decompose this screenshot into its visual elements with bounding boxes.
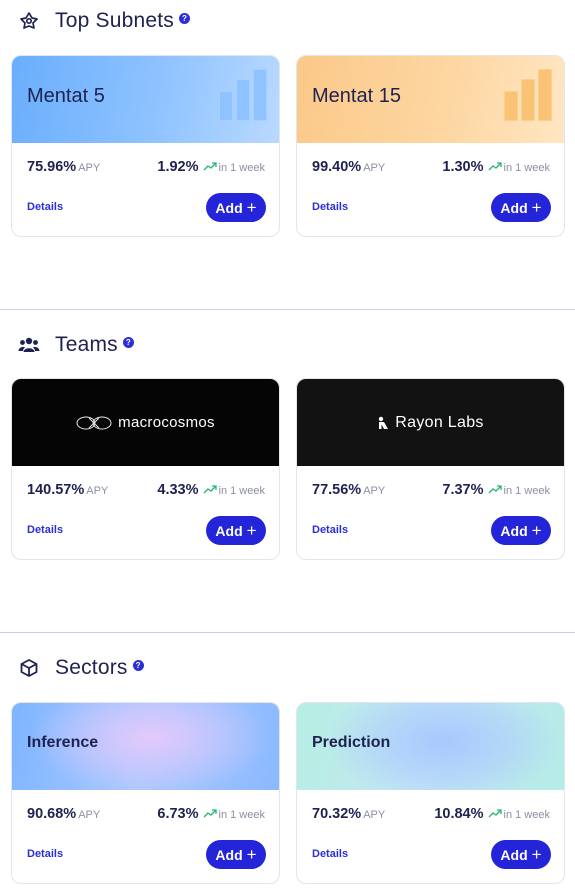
change-label: in 1 week (503, 162, 550, 174)
add-button[interactable]: Add + (491, 516, 551, 545)
help-icon[interactable]: ? (122, 336, 134, 348)
details-link[interactable]: Details (27, 201, 63, 213)
plus-icon: + (246, 521, 257, 540)
trend-up-icon (203, 809, 217, 818)
apy-value: 75.96% (27, 159, 77, 175)
card-banner: macrocosmos (12, 379, 279, 466)
subnet-card[interactable]: Mentat 15 99.40% APY 1.30% in 1 week Detai… (296, 55, 565, 237)
section-header: Top Subnets ? (18, 8, 190, 34)
apy-label: APY (86, 485, 109, 497)
logo-text: macrocosmos (118, 414, 215, 431)
apy-value: 140.57% (27, 482, 85, 498)
card-banner: Inference (12, 703, 279, 790)
add-button[interactable]: Add + (206, 840, 266, 869)
logo-text: Rayon Labs (395, 413, 484, 431)
sector-card[interactable]: Prediction 70.32% APY 10.84% in 1 week Det… (296, 702, 565, 884)
trend-up-icon (203, 162, 217, 171)
rayon-labs-logo: Rayon Labs (297, 379, 564, 466)
cube-icon (18, 657, 40, 679)
details-link[interactable]: Details (27, 848, 63, 860)
change-label: in 1 week (503, 485, 550, 497)
add-label: Add (500, 522, 528, 539)
change-label: in 1 week (218, 485, 265, 497)
plus-icon: + (246, 198, 257, 217)
apy-value: 99.40% (312, 159, 362, 175)
card-stats: 99.40% APY 1.30% in 1 week (312, 158, 550, 176)
add-button[interactable]: Add + (206, 516, 266, 545)
section-title: Teams (55, 333, 118, 356)
add-label: Add (215, 199, 243, 216)
add-label: Add (500, 199, 528, 216)
change-value: 1.92% (157, 159, 199, 175)
add-button[interactable]: Add + (206, 193, 266, 222)
card-banner: Mentat 5 (12, 56, 279, 143)
card-stats: 70.32% APY 10.84% in 1 week (312, 805, 550, 823)
card-banner: Rayon Labs (297, 379, 564, 466)
apy-label: APY (363, 485, 386, 497)
macrocosmos-logo: macrocosmos (12, 379, 279, 466)
network-icon (18, 10, 40, 32)
card-title: Mentat 5 (27, 85, 105, 107)
section-header: Sectors ? (18, 655, 144, 681)
card-title: Mentat 15 (312, 85, 401, 107)
section-divider (0, 632, 575, 633)
change-value: 1.30% (442, 159, 484, 175)
change-label: in 1 week (218, 809, 265, 821)
plus-icon: + (531, 521, 542, 540)
details-link[interactable]: Details (27, 524, 63, 536)
add-button[interactable]: Add + (491, 193, 551, 222)
plus-icon: + (246, 845, 257, 864)
apy-label: APY (363, 809, 386, 821)
sector-card[interactable]: Inference 90.68% APY 6.73% in 1 week Detai… (11, 702, 280, 884)
change-value: 4.33% (157, 482, 199, 498)
apy-label: APY (363, 162, 386, 174)
card-banner: Prediction (297, 703, 564, 790)
change-value: 6.73% (157, 806, 199, 822)
help-icon[interactable]: ? (178, 12, 190, 24)
apy-value: 70.32% (312, 806, 362, 822)
card-title: Prediction (312, 734, 391, 751)
bar-chart-icon (504, 69, 552, 121)
add-label: Add (215, 846, 243, 863)
card-title: Inference (27, 734, 99, 751)
apy-label: APY (78, 162, 101, 174)
section-divider (0, 309, 575, 310)
subnet-card[interactable]: Mentat 5 75.96% APY 1.92% in 1 week Detail… (11, 55, 280, 237)
card-stats: 140.57% APY 4.33% in 1 week (27, 481, 265, 499)
card-stats: 90.68% APY 6.73% in 1 week (27, 805, 265, 823)
section-title: Top Subnets (55, 9, 174, 32)
trend-up-icon (488, 162, 502, 171)
details-link[interactable]: Details (312, 524, 348, 536)
change-value: 7.37% (442, 482, 484, 498)
change-label: in 1 week (218, 162, 265, 174)
team-card[interactable]: macrocosmos 140.57% APY 4.33% in 1 week De… (11, 378, 280, 560)
change-value: 10.84% (434, 806, 484, 822)
add-button[interactable]: Add + (491, 840, 551, 869)
apy-value: 90.68% (27, 806, 77, 822)
trend-up-icon (488, 809, 502, 818)
team-card[interactable]: Rayon Labs 77.56% APY 7.37% in 1 week Deta… (296, 378, 565, 560)
plus-icon: + (531, 198, 542, 217)
details-link[interactable]: Details (312, 201, 348, 213)
plus-icon: + (531, 845, 542, 864)
card-stats: 77.56% APY 7.37% in 1 week (312, 481, 550, 499)
bar-chart-icon (219, 69, 267, 121)
add-label: Add (215, 522, 243, 539)
trend-up-icon (203, 485, 217, 494)
apy-label: APY (78, 809, 101, 821)
change-label: in 1 week (503, 809, 550, 821)
add-label: Add (500, 846, 528, 863)
apy-value: 77.56% (312, 482, 362, 498)
trend-up-icon (488, 485, 502, 494)
users-icon (18, 334, 40, 356)
card-banner: Mentat 15 (297, 56, 564, 143)
section-header: Teams ? (18, 332, 134, 358)
section-title: Sectors (55, 656, 128, 679)
details-link[interactable]: Details (312, 848, 348, 860)
help-icon[interactable]: ? (132, 659, 144, 671)
card-stats: 75.96% APY 1.92% in 1 week (27, 158, 265, 176)
